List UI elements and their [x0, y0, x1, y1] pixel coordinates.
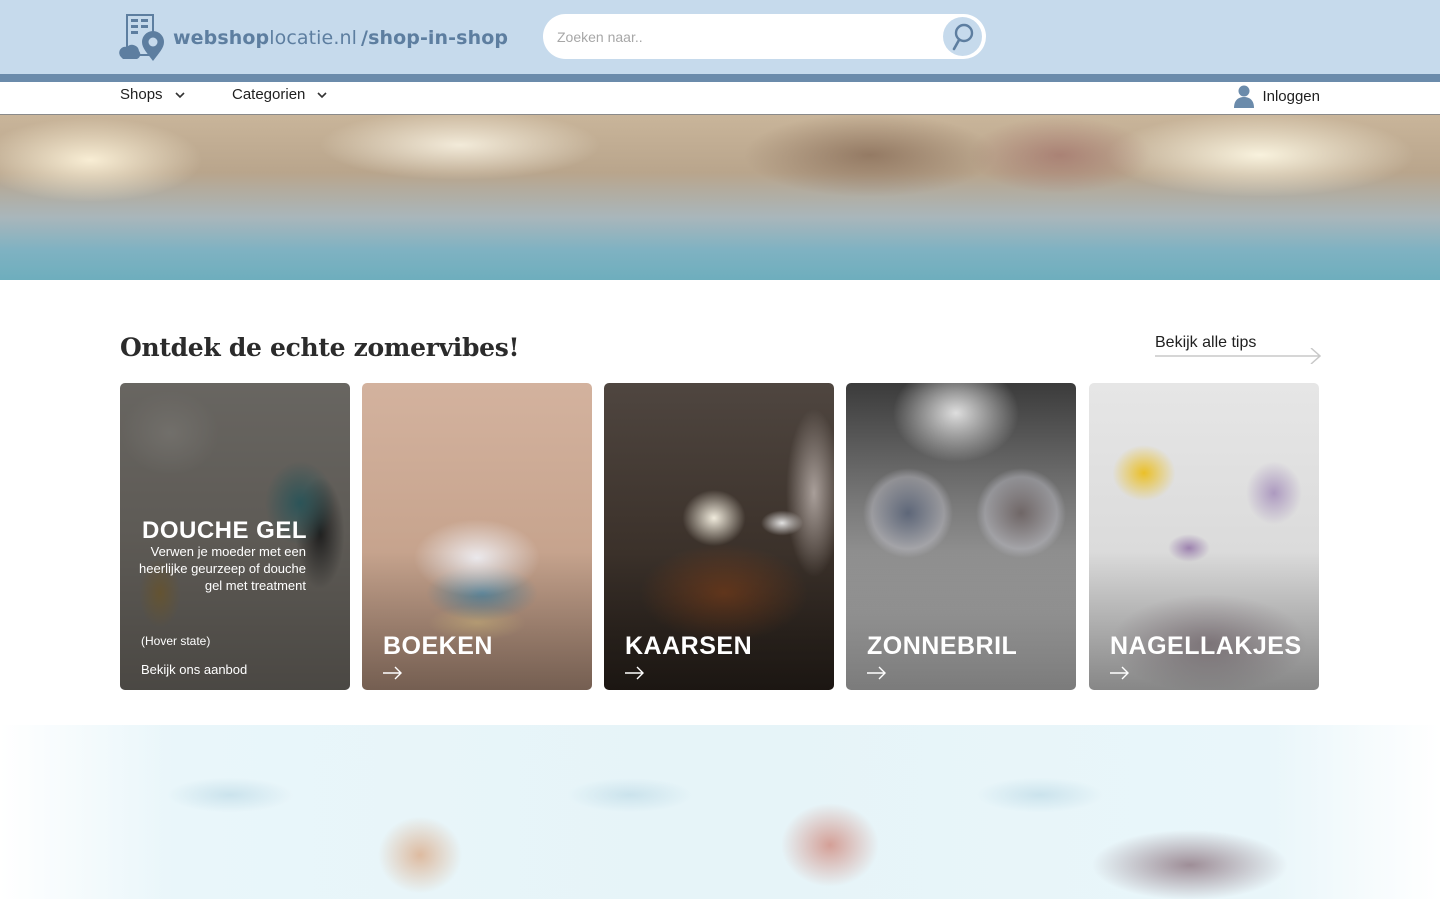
card-cta-douche-gel[interactable]: Bekijk ons aanbod: [141, 662, 247, 677]
card-title-kaarsen: KAARSEN: [625, 632, 753, 660]
logo-text-shop-in-shop: shop-in-shop: [368, 27, 509, 49]
blurred-content-preview: [0, 725, 1440, 899]
search-input[interactable]: [557, 24, 937, 49]
building-pin-icon: [119, 13, 167, 63]
header-stripe: [0, 74, 1440, 82]
user-icon: [1234, 85, 1255, 108]
card-kaarsen[interactable]: KAARSEN: [604, 383, 834, 690]
logo-text-slash: /: [361, 27, 369, 49]
logo-text-locatie: locatie.nl: [269, 27, 358, 49]
chevron-down-icon: [317, 91, 327, 98]
card-zonnebril[interactable]: ZONNEBRIL: [846, 383, 1076, 690]
card-nagellakjes[interactable]: NAGELLAKJES: [1089, 383, 1319, 690]
login-link[interactable]: Inloggen: [1233, 84, 1320, 108]
card-state-note: (Hover state): [141, 634, 211, 648]
chevron-down-icon: [174, 91, 185, 98]
section-title: Ontdek de echte zomervibes!: [120, 333, 520, 362]
arrow-right-icon: [1155, 348, 1321, 364]
arrow-right-icon: [1110, 666, 1129, 680]
search-button[interactable]: [943, 17, 982, 56]
arrow-right-icon: [867, 666, 886, 680]
search-icon: [952, 23, 973, 50]
card-boeken[interactable]: BOEKEN: [362, 383, 592, 690]
login-label: Inloggen: [1262, 87, 1320, 105]
site-logo[interactable]: webshoplocatie.nl/shop-in-shop: [119, 13, 508, 63]
card-title-boeken: BOEKEN: [383, 632, 493, 660]
see-all-tips-link[interactable]: Bekijk alle tips: [1155, 334, 1321, 366]
card-title-zonnebril: ZONNEBRIL: [867, 632, 1018, 660]
arrow-right-icon: [625, 666, 644, 680]
nav-shops[interactable]: Shops: [120, 86, 187, 103]
card-description-douche-gel: Verwen je moeder met een heerlijke geurz…: [139, 544, 306, 593]
card-title-douche-gel: DOUCHE GEL: [142, 517, 308, 544]
hero-banner: [0, 115, 1440, 280]
category-cards: DOUCHE GEL Verwen je moeder met een heer…: [120, 383, 1320, 690]
logo-text-webshop: webshop: [173, 27, 270, 49]
nav-categorien-label: Categorien: [232, 86, 306, 103]
header-bar: webshoplocatie.nl/shop-in-shop: [0, 0, 1440, 74]
main-nav: Shops Categorien Inloggen: [0, 82, 1440, 115]
search-bar: [543, 14, 986, 59]
arrow-right-icon: [383, 666, 402, 680]
nav-categorien[interactable]: Categorien: [232, 86, 329, 103]
logo-text: webshoplocatie.nl/shop-in-shop: [173, 27, 508, 49]
nav-shops-label: Shops: [120, 86, 163, 103]
card-title-nagellakjes: NAGELLAKJES: [1110, 632, 1302, 660]
card-douche-gel[interactable]: DOUCHE GEL Verwen je moeder met een heer…: [120, 383, 350, 690]
